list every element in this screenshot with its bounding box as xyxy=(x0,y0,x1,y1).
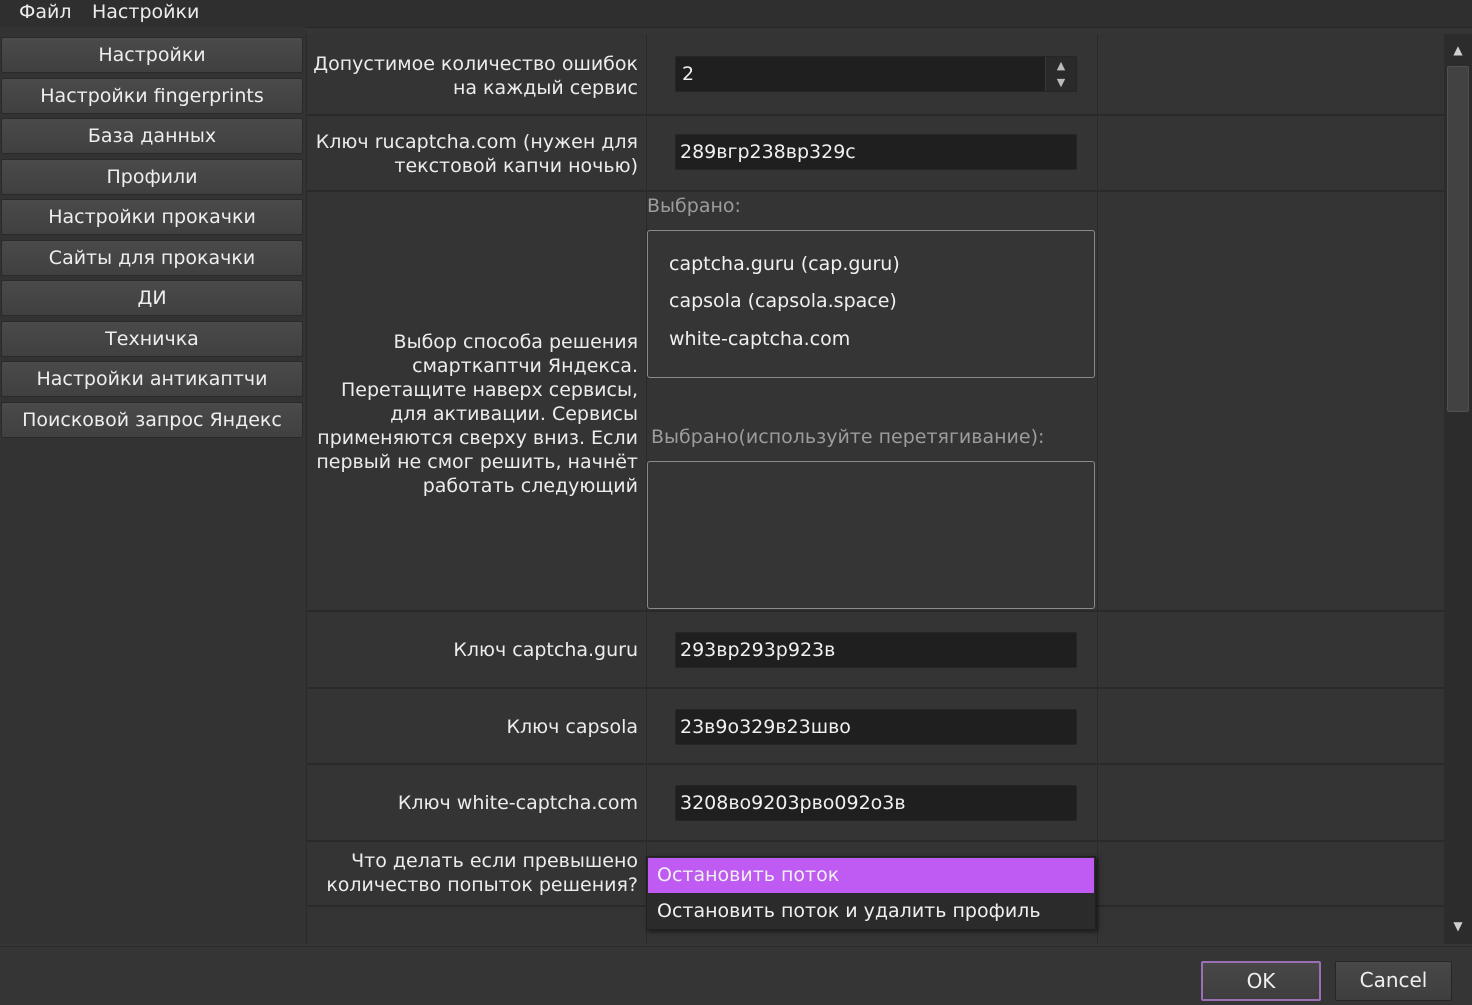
nav-fingerprints[interactable]: Настройки fingerprints xyxy=(1,78,303,114)
rucaptcha-key-input[interactable]: 289вгр238вр329с xyxy=(675,134,1077,170)
spin-down-icon[interactable]: ▼ xyxy=(1046,74,1076,91)
white-captcha-key-input[interactable]: 3208во9203рво092о3в xyxy=(675,785,1077,821)
list-item[interactable]: captcha.guru (cap.guru) xyxy=(669,253,900,275)
selected-caption: Выбрано(используйте перетягивание): xyxy=(651,426,1045,448)
nav-di[interactable]: ДИ xyxy=(1,280,303,316)
row-smartcaptcha: Выбор способа решения смарткаптчи Яндекс… xyxy=(307,192,1445,612)
nav-pumping-settings[interactable]: Настройки прокачки xyxy=(1,199,303,235)
dropdown-option-stop-thread[interactable]: Остановить поток xyxy=(648,858,1094,893)
row-captcha-guru: Ключ captcha.guru 293вр293р923в xyxy=(307,612,1445,689)
max-errors-label: Допустимое количество ошибок на каждый с… xyxy=(313,53,638,99)
menu-bar: Файл Настройки xyxy=(0,0,1472,28)
rucaptcha-label: Ключ rucaptcha.com (нужен для текстовой … xyxy=(315,131,638,177)
exceeded-label: Что делать если превышено количество поп… xyxy=(326,850,638,896)
spin-buttons: ▲ ▼ xyxy=(1045,57,1076,91)
nav-database[interactable]: База данных xyxy=(1,118,303,154)
row-max-errors: Допустимое количество ошибок на каждый с… xyxy=(307,34,1445,116)
dropdown-option-stop-and-delete[interactable]: Остановить поток и удалить профиль xyxy=(648,894,1094,929)
captcha-guru-key-input[interactable]: 293вр293р923в xyxy=(675,632,1077,668)
scroll-up-icon[interactable]: ▲ xyxy=(1447,36,1469,64)
nav-yandex-query[interactable]: Поисковой запрос Яндекс xyxy=(1,402,303,438)
nav-pumping-sites[interactable]: Сайты для прокачки xyxy=(1,240,303,276)
scrollbar-thumb[interactable] xyxy=(1447,66,1469,412)
smartcaptcha-label: Выбор способа решения смарткаптчи Яндекс… xyxy=(316,331,638,497)
available-caption: Выбрано: xyxy=(647,195,741,217)
available-services-list[interactable]: captcha.guru (cap.guru) capsola (capsola… xyxy=(647,230,1095,378)
row-capsola: Ключ capsola 23в9о329в23шво xyxy=(307,689,1445,765)
ok-button[interactable]: OK xyxy=(1201,961,1321,1001)
nav-settings[interactable]: Настройки xyxy=(1,37,303,73)
settings-form: Допустимое количество ошибок на каждый с… xyxy=(306,34,1445,944)
nav-profiles[interactable]: Профили xyxy=(1,159,303,195)
capsola-label: Ключ capsola xyxy=(506,716,639,738)
settings-nav: Настройки Настройки fingerprints База да… xyxy=(0,27,306,944)
captcha-guru-label: Ключ captcha.guru xyxy=(453,639,638,661)
cancel-button[interactable]: Cancel xyxy=(1335,961,1452,1001)
capsola-key-input[interactable]: 23в9о329в23шво xyxy=(675,709,1077,745)
vertical-scrollbar[interactable]: ▲ ▼ xyxy=(1444,34,1472,944)
spin-up-icon[interactable]: ▲ xyxy=(1046,57,1076,74)
menu-settings[interactable]: Настройки xyxy=(92,0,199,26)
menu-file[interactable]: Файл xyxy=(19,0,72,26)
dialog-button-bar: OK Cancel xyxy=(0,946,1472,1005)
row-rucaptcha: Ключ rucaptcha.com (нужен для текстовой … xyxy=(307,116,1445,192)
list-item[interactable]: capsola (capsola.space) xyxy=(669,290,897,312)
selected-services-list[interactable] xyxy=(647,461,1095,609)
max-errors-spinbox[interactable]: 2 ▲ ▼ xyxy=(675,56,1077,92)
nav-technical[interactable]: Техничка xyxy=(1,321,303,357)
max-errors-value: 2 xyxy=(682,63,695,85)
scroll-down-icon[interactable]: ▼ xyxy=(1447,912,1469,940)
row-white-captcha: Ключ white-captcha.com 3208во9203рво092о… xyxy=(307,765,1445,842)
white-captcha-label: Ключ white-captcha.com xyxy=(397,792,638,814)
nav-anticaptcha[interactable]: Настройки антикаптчи xyxy=(1,361,303,397)
list-item[interactable]: white-captcha.com xyxy=(669,328,850,350)
exceeded-action-dropdown[interactable]: Остановить поток Остановить поток и удал… xyxy=(646,856,1096,930)
